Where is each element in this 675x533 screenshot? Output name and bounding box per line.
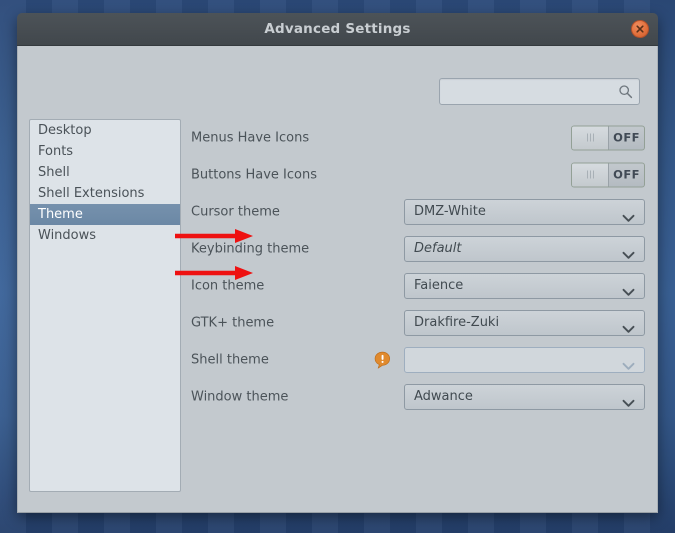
chevron-down-icon [622, 282, 635, 301]
settings-row-gtkplus-theme: GTK+ theme Drakfire-Zuki [191, 304, 645, 341]
toggle-knob[interactable] [572, 163, 609, 186]
sidebar-item-label: Windows [38, 228, 97, 243]
settings-rows: Menus Have Icons OFF Buttons Have Icons OFF… [191, 119, 645, 415]
row-control-buttons-have-icons: OFF [571, 162, 645, 187]
dropdown-icon-theme[interactable]: Faience [404, 272, 645, 301]
row-control-shell-theme [404, 346, 645, 375]
window-content: Desktop Fonts Shell Shell Extensions Theme Wi… [17, 46, 658, 513]
sidebar-item-theme[interactable]: Theme [30, 204, 180, 225]
row-label-gtkplus-theme: GTK+ theme [191, 315, 275, 330]
search-box [439, 78, 640, 105]
row-control-menus-have-icons: OFF [571, 125, 645, 150]
settings-row-shell-theme: Shell theme [191, 341, 645, 378]
window-title: Advanced Settings [264, 21, 411, 37]
sidebar-item-label: Shell [38, 165, 70, 180]
row-control-keybinding-theme: Default [404, 235, 645, 264]
dropdown-keybinding-theme[interactable]: Default [404, 235, 645, 264]
chevron-down-icon [622, 393, 635, 412]
row-label-menus-have-icons: Menus Have Icons [191, 130, 310, 145]
settings-row-cursor-theme: Cursor theme DMZ-White [191, 193, 645, 230]
row-label-cursor-theme: Cursor theme [191, 204, 280, 219]
close-icon[interactable] [631, 20, 649, 38]
dropdown-gtkplus-theme[interactable]: Drakfire-Zuki [404, 309, 645, 338]
window-titlebar[interactable]: Advanced Settings [17, 13, 658, 46]
row-control-gtkplus-theme: Drakfire-Zuki [404, 309, 645, 338]
settings-row-keybinding-theme: Keybinding theme Default [191, 230, 645, 267]
chevron-down-icon [622, 319, 635, 338]
row-control-window-theme: Adwance [404, 383, 645, 412]
dropdown-value-keybinding-theme: Default [414, 240, 462, 256]
sidebar-item-windows[interactable]: Windows [30, 225, 180, 246]
toggle-state-label: OFF [613, 130, 640, 145]
row-label-icon-theme: Icon theme [191, 278, 265, 293]
dropdown-value-icon-theme: Faience [414, 277, 464, 293]
sidebar-item-label: Shell Extensions [38, 186, 145, 201]
chevron-down-icon [622, 356, 635, 375]
sidebar-item-label: Theme [38, 207, 83, 222]
settings-row-buttons-have-icons: Buttons Have Icons OFF [191, 156, 645, 193]
settings-row-window-theme: Window theme Adwance [191, 378, 645, 415]
row-label-buttons-have-icons: Buttons Have Icons [191, 167, 317, 182]
row-label-shell-theme: Shell theme [191, 352, 269, 367]
dropdown-value-gtkplus-theme: Drakfire-Zuki [414, 314, 500, 330]
settings-row-icon-theme: Icon theme Faience [191, 267, 645, 304]
row-control-cursor-theme: DMZ-White [404, 198, 645, 227]
dropdown-value-window-theme: Adwance [414, 388, 473, 404]
dropdown-cursor-theme[interactable]: DMZ-White [404, 198, 645, 227]
dropdown-shell-theme [404, 346, 645, 375]
row-control-icon-theme: Faience [404, 272, 645, 301]
toggle-knob[interactable] [572, 126, 609, 149]
category-list[interactable]: Desktop Fonts Shell Shell Extensions Theme Wi… [29, 119, 181, 492]
chevron-down-icon [622, 245, 635, 264]
row-label-keybinding-theme: Keybinding theme [191, 241, 310, 256]
sidebar-item-desktop[interactable]: Desktop [30, 120, 180, 141]
toggle-state-label: OFF [613, 167, 640, 182]
toggle-menus-have-icons[interactable]: OFF [571, 125, 645, 150]
sidebar-item-fonts[interactable]: Fonts [30, 141, 180, 162]
settings-row-menus-have-icons: Menus Have Icons OFF [191, 119, 645, 156]
sidebar-item-label: Desktop [38, 123, 92, 138]
row-label-window-theme: Window theme [191, 389, 289, 404]
sidebar-item-label: Fonts [38, 144, 74, 159]
dropdown-value-cursor-theme: DMZ-White [414, 203, 486, 219]
sidebar-item-shell[interactable]: Shell [30, 162, 180, 183]
search-input[interactable] [439, 78, 640, 105]
chevron-down-icon [622, 208, 635, 227]
dropdown-window-theme[interactable]: Adwance [404, 383, 645, 412]
sidebar-item-shell-extensions[interactable]: Shell Extensions [30, 183, 180, 204]
toggle-buttons-have-icons[interactable]: OFF [571, 162, 645, 187]
warning-icon [374, 351, 391, 369]
close-x-glyph [636, 25, 644, 33]
advanced-settings-window: Advanced Settings Desktop Fonts Shell Shell… [17, 13, 658, 513]
